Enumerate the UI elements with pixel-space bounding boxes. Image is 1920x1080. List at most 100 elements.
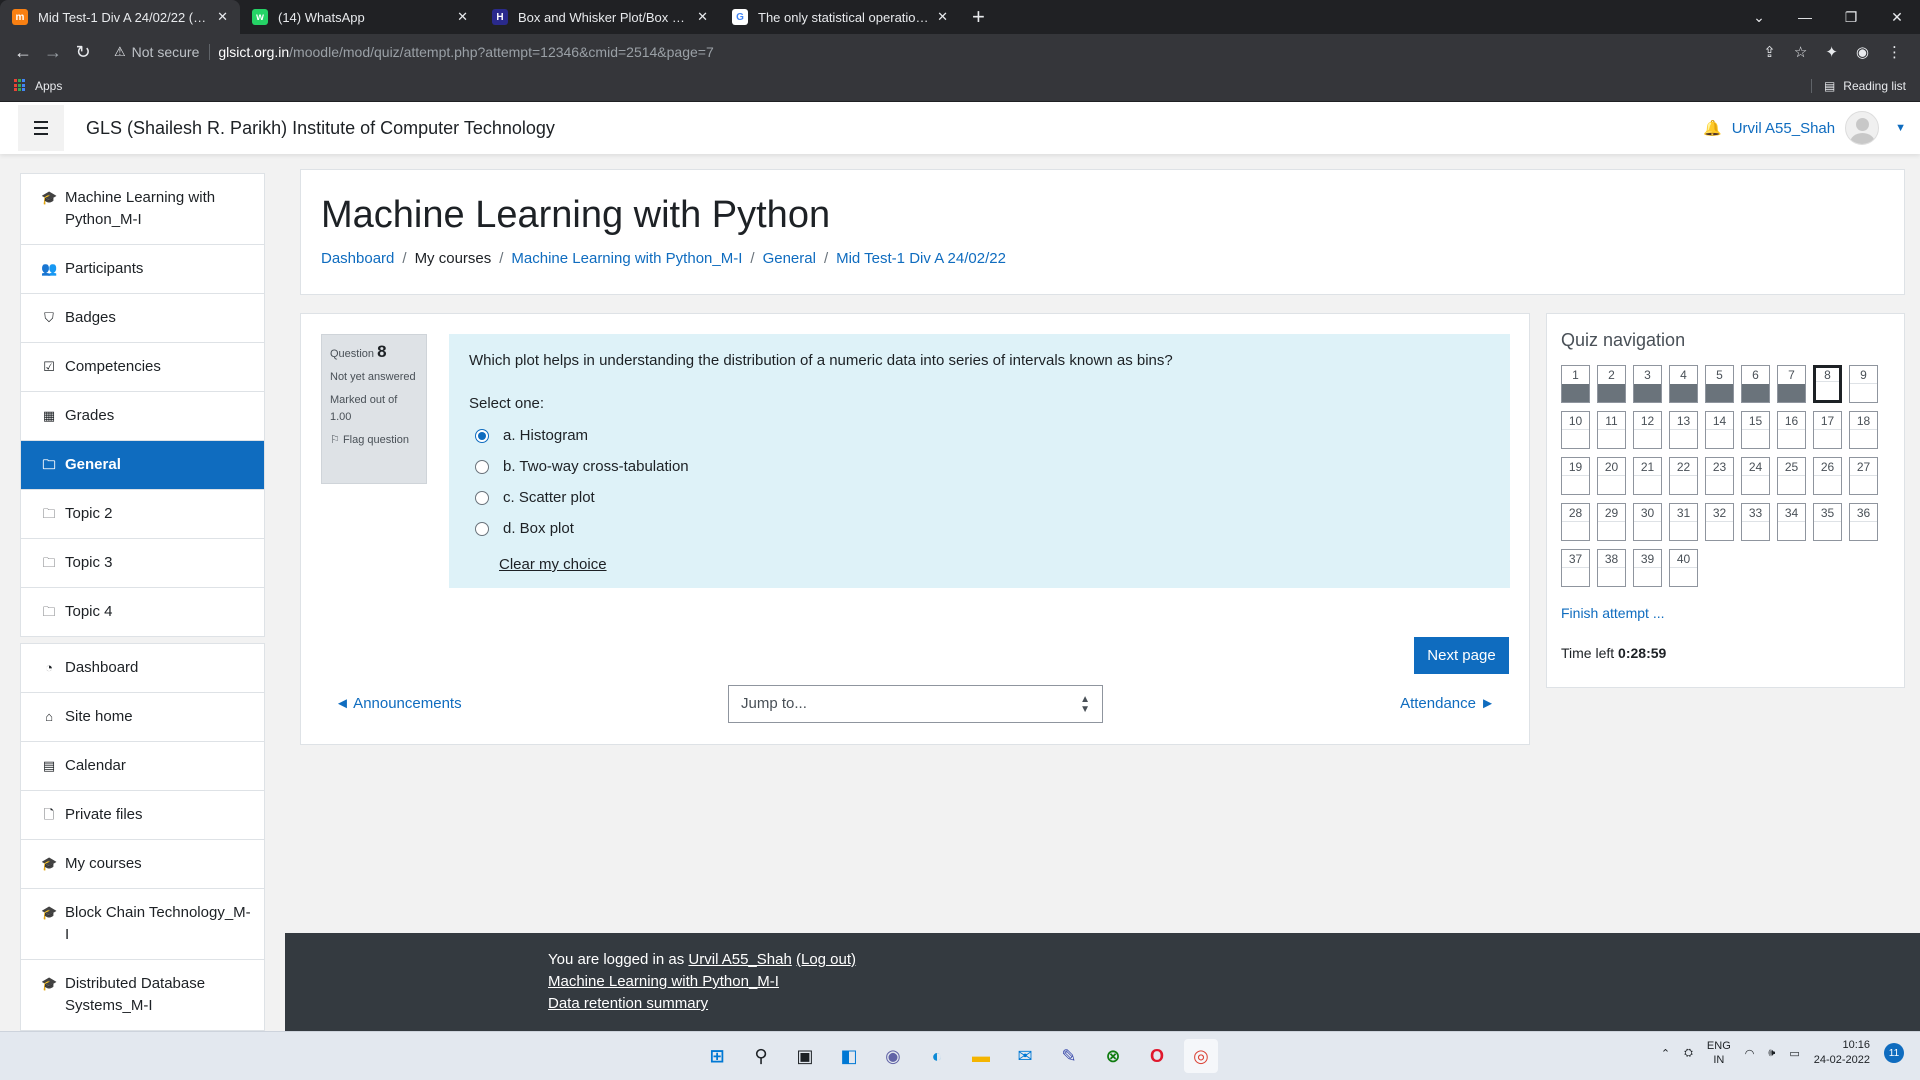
answer-option[interactable]: b. Two-way cross-tabulation — [469, 451, 1490, 482]
quiz-nav-question-button[interactable]: 34 — [1777, 503, 1806, 541]
sidebar-item-site-home[interactable]: ⌂ Site home — [21, 693, 264, 742]
widgets-icon[interactable]: ◧ — [832, 1039, 866, 1073]
restore-icon[interactable]: ❐ — [1828, 9, 1874, 26]
reload-icon[interactable]: ↻ — [68, 42, 98, 63]
next-activity-link[interactable]: Attendance ► — [1400, 695, 1495, 712]
sidebar-item-topic-2[interactable]: 🗀 Topic 2 — [21, 490, 264, 539]
sidebar-item-dashboard[interactable]: ◔ Dashboard — [21, 644, 264, 693]
quiz-nav-question-button[interactable]: 5 — [1705, 365, 1734, 403]
quiz-nav-question-button[interactable]: 35 — [1813, 503, 1842, 541]
user-name[interactable]: Urvil A55_Shah — [1732, 120, 1835, 137]
apps-shortcut[interactable]: Apps — [14, 79, 62, 93]
back-icon[interactable]: ← — [8, 42, 38, 63]
breadcrumb-link[interactable]: Mid Test-1 Div A 24/02/22 — [836, 250, 1006, 267]
volume-icon[interactable]: 🕪 — [1768, 1047, 1775, 1060]
whiteboard-icon[interactable]: ✎ — [1052, 1039, 1086, 1073]
show-hidden-icons-icon[interactable]: ⌃ — [1661, 1047, 1670, 1060]
opera-icon[interactable]: O — [1140, 1039, 1174, 1073]
quiz-nav-question-button[interactable]: 3 — [1633, 365, 1662, 403]
flag-question-link[interactable]: ⚐ Flag question — [330, 432, 418, 449]
quiz-nav-question-button[interactable]: 27 — [1849, 457, 1878, 495]
quiz-nav-question-button[interactable]: 37 — [1561, 549, 1590, 587]
data-retention-link[interactable]: Data retention summary — [548, 995, 708, 1012]
sidebar-item-private-files[interactable]: 🗋 Private files — [21, 791, 264, 840]
extensions-icon[interactable]: ✦ — [1825, 43, 1838, 61]
menu-dots-icon[interactable]: ⋮ — [1887, 43, 1902, 61]
forward-icon[interactable]: → — [38, 42, 68, 63]
edge-icon[interactable]: ◐ — [920, 1039, 954, 1073]
avatar[interactable] — [1845, 111, 1880, 145]
drawer-toggle-button[interactable] — [18, 105, 64, 151]
quiz-nav-question-button[interactable]: 8 — [1813, 365, 1842, 403]
quiz-nav-question-button[interactable]: 12 — [1633, 411, 1662, 449]
footer-course-link[interactable]: Machine Learning with Python_M-I — [548, 973, 779, 990]
sidebar-item-block-chain-technology-m-i[interactable]: 🎓 Block Chain Technology_M-I — [21, 889, 264, 960]
browser-tab[interactable]: H Box and Whisker Plot/Box Plot - / ✕ — [480, 0, 720, 34]
quiz-nav-question-button[interactable]: 40 — [1669, 549, 1698, 587]
jump-to-select[interactable]: Jump to... ▲ ▼ — [728, 685, 1103, 723]
sidebar-item-machine-learning-with-python-m-i[interactable]: 🎓 Machine Learning with Python_M-I — [21, 174, 264, 245]
quiz-nav-question-button[interactable]: 31 — [1669, 503, 1698, 541]
task-view-icon[interactable]: ▣ — [788, 1039, 822, 1073]
wifi-icon[interactable]: ◠ — [1745, 1047, 1755, 1060]
sidebar-item-competencies[interactable]: ☑ Competencies — [21, 343, 264, 392]
answer-radio[interactable] — [475, 521, 489, 536]
quiz-nav-question-button[interactable]: 4 — [1669, 365, 1698, 403]
quiz-nav-question-button[interactable]: 22 — [1669, 457, 1698, 495]
breadcrumb-link[interactable]: Dashboard — [321, 250, 394, 267]
quiz-nav-question-button[interactable]: 10 — [1561, 411, 1590, 449]
breadcrumb-link[interactable]: General — [763, 250, 816, 267]
chevron-down-icon[interactable]: ▼ — [1895, 122, 1906, 134]
user-menu[interactable]: 🔔 Urvil A55_Shah ▼ — [1703, 111, 1906, 145]
sidebar-item-badges[interactable]: ⛉ Badges — [21, 294, 264, 343]
search-icon[interactable]: ⚲ — [744, 1039, 778, 1073]
quiz-nav-question-button[interactable]: 15 — [1741, 411, 1770, 449]
clear-choice-link[interactable]: Clear my choice — [499, 556, 607, 573]
quiz-nav-question-button[interactable]: 25 — [1777, 457, 1806, 495]
clock[interactable]: 10:16 24-02-2022 — [1814, 1038, 1870, 1068]
mail-icon[interactable]: ✉ — [1008, 1039, 1042, 1073]
browser-tab[interactable]: m Mid Test-1 Div A 24/02/22 (page ✕ — [0, 0, 240, 34]
sidebar-item-my-courses[interactable]: 🎓 My courses — [21, 840, 264, 889]
quiz-nav-question-button[interactable]: 32 — [1705, 503, 1734, 541]
sidebar-item-general[interactable]: 🗀 General — [21, 441, 264, 490]
url-field[interactable]: ⚠ Not secure glsict.org.in /moodle/mod/q… — [110, 37, 1756, 67]
sidebar-item-topic-4[interactable]: 🗀 Topic 4 — [21, 588, 264, 636]
answer-option[interactable]: a. Histogram — [469, 420, 1490, 451]
quiz-nav-question-button[interactable]: 14 — [1705, 411, 1734, 449]
quiz-nav-question-button[interactable]: 29 — [1597, 503, 1626, 541]
quiz-nav-question-button[interactable]: 9 — [1849, 365, 1878, 403]
browser-tab[interactable]: G The only statistical operation can ✕ — [720, 0, 960, 34]
close-tab-icon[interactable]: ✕ — [217, 9, 228, 25]
chrome-icon[interactable]: ◎ — [1184, 1039, 1218, 1073]
browser-tab[interactable]: w (14) WhatsApp ✕ — [240, 0, 480, 34]
reading-list-button[interactable]: ▤ Reading list — [1810, 78, 1906, 93]
answer-radio[interactable] — [475, 428, 489, 443]
quiz-nav-question-button[interactable]: 38 — [1597, 549, 1626, 587]
quiz-nav-question-button[interactable]: 30 — [1633, 503, 1662, 541]
minimize-icon[interactable]: — — [1782, 9, 1828, 25]
windows-start-icon[interactable]: ⊞ — [700, 1039, 734, 1073]
quiz-nav-question-button[interactable]: 26 — [1813, 457, 1842, 495]
sidebar-item-topic-3[interactable]: 🗀 Topic 3 — [21, 539, 264, 588]
previous-activity-link[interactable]: ◄ Announcements — [335, 695, 462, 712]
close-tab-icon[interactable]: ✕ — [937, 9, 948, 25]
notification-badge[interactable]: 11 — [1884, 1043, 1904, 1063]
quiz-nav-question-button[interactable]: 17 — [1813, 411, 1842, 449]
next-page-button[interactable]: Next page — [1414, 637, 1509, 674]
breadcrumb-link[interactable]: Machine Learning with Python_M-I — [511, 250, 742, 267]
tab-search-icon[interactable]: ⌄ — [1736, 9, 1782, 26]
language-indicator[interactable]: ENG IN — [1707, 1039, 1731, 1067]
quiz-nav-question-button[interactable]: 28 — [1561, 503, 1590, 541]
sidebar-item-calendar[interactable]: ▤ Calendar — [21, 742, 264, 791]
logout-link[interactable]: (Log out) — [796, 951, 856, 968]
quiz-nav-question-button[interactable]: 7 — [1777, 365, 1806, 403]
answer-option[interactable]: c. Scatter plot — [469, 482, 1490, 513]
site-name[interactable]: GLS (Shailesh R. Parikh) Institute of Co… — [86, 118, 555, 139]
close-tab-icon[interactable]: ✕ — [697, 9, 708, 25]
notification-bell-icon[interactable]: 🔔 — [1703, 119, 1722, 137]
quiz-nav-question-button[interactable]: 19 — [1561, 457, 1590, 495]
quiz-nav-question-button[interactable]: 13 — [1669, 411, 1698, 449]
quiz-nav-question-button[interactable]: 2 — [1597, 365, 1626, 403]
answer-radio[interactable] — [475, 459, 489, 474]
